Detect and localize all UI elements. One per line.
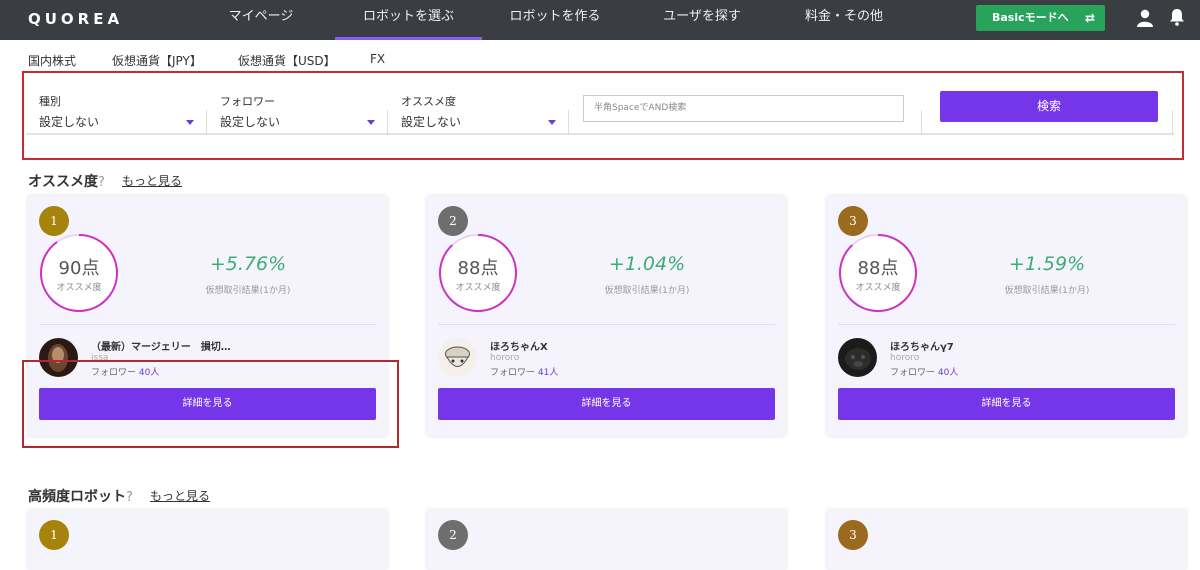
return-percent: +5.76% — [209, 253, 287, 275]
avatar[interactable] — [838, 338, 877, 377]
nav-item-mypage[interactable]: マイページ — [212, 0, 310, 40]
help-icon[interactable]: ? — [98, 175, 105, 190]
subtab-domestic-stocks[interactable]: 国内株式 — [28, 52, 76, 69]
divider — [838, 324, 1175, 325]
robot-name[interactable]: （最新）マージェリー 損切… — [91, 338, 231, 353]
robot-card: 3 88点 オススメ度 +1.59% 仮想取引結果(1か月) ほろちゃんγ7 h… — [827, 196, 1186, 436]
more-link-high-frequency[interactable]: もっと見る — [150, 487, 210, 504]
nav-item-find-users[interactable]: ユーザを探す — [650, 0, 754, 40]
bell-icon[interactable] — [1169, 8, 1185, 26]
top-nav: QUOREA マイページ ロボットを選ぶ ロボットを作る ユーザを探す 料金・そ… — [0, 0, 1200, 40]
user-icon[interactable] — [1136, 9, 1154, 27]
return-label: 仮想取引結果(1か月) — [604, 286, 690, 296]
robot-card: 2 88点 オススメ度 +1.04% 仮想取引結果(1か月) ほろちゃんX ho… — [427, 196, 786, 436]
section-title-text: 高頻度ロボット — [28, 489, 126, 505]
divider — [438, 324, 775, 325]
score-label: オススメ度 — [855, 283, 901, 293]
score-label: オススメ度 — [455, 283, 501, 293]
follower-number: 40人 — [937, 368, 959, 378]
robot-name[interactable]: ほろちゃんX — [490, 338, 548, 353]
highlight-frame — [22, 71, 1184, 160]
score-value: 90点 — [58, 258, 100, 279]
rank-badge: 1 — [39, 206, 69, 236]
robot-name[interactable]: ほろちゃんγ7 — [890, 338, 954, 353]
help-icon[interactable]: ? — [126, 490, 133, 505]
subtab-crypto-jpy[interactable]: 仮想通貨【JPY】 — [112, 52, 202, 69]
subtab-crypto-usd[interactable]: 仮想通貨【USD】 — [238, 52, 336, 69]
section-title-text: オススメ度 — [28, 174, 98, 190]
rank-badge: 2 — [438, 206, 468, 236]
view-details-button[interactable]: 詳細を見る — [838, 388, 1175, 420]
nav-item-choose-robot[interactable]: ロボットを選ぶ — [335, 0, 482, 40]
score-value: 88点 — [857, 258, 899, 279]
return-label: 仮想取引結果(1か月) — [1004, 286, 1090, 296]
robot-username[interactable]: hororo — [890, 353, 919, 363]
return-percent: +1.04% — [608, 253, 686, 275]
rank-badge: 3 — [838, 206, 868, 236]
robot-username[interactable]: hororo — [490, 353, 519, 363]
follower-number: 41人 — [537, 368, 559, 378]
swap-icon: ⇄ — [1084, 11, 1095, 25]
return-percent: +1.59% — [1008, 253, 1086, 275]
view-details-button[interactable]: 詳細を見る — [438, 388, 775, 420]
highlight-frame — [22, 360, 399, 448]
robot-card: 3 — [827, 510, 1186, 570]
follower-count: フォロワー 40人 — [890, 365, 958, 378]
rank-badge: 3 — [838, 520, 868, 550]
nav-item-make-robot[interactable]: ロボットを作る — [500, 0, 610, 40]
follower-count: フォロワー 41人 — [490, 365, 558, 378]
robot-card: 2 — [427, 510, 786, 570]
app-logo[interactable]: QUOREA — [28, 10, 123, 28]
section-title-high-frequency: 高頻度ロボット? — [28, 486, 133, 506]
follower-label: フォロワー — [890, 368, 936, 378]
section-title-recommended: オススメ度? — [28, 171, 105, 191]
divider — [39, 324, 376, 325]
return-label: 仮想取引結果(1か月) — [205, 286, 291, 296]
rank-badge: 2 — [438, 520, 468, 550]
score-value: 88点 — [457, 258, 499, 279]
rank-badge: 1 — [39, 520, 69, 550]
nav-item-pricing-other[interactable]: 料金・その他 — [790, 0, 898, 40]
basic-mode-label: Basicモードへ — [992, 11, 1069, 24]
more-link-recommended[interactable]: もっと見る — [122, 172, 182, 189]
avatar[interactable] — [438, 338, 477, 377]
score-label: オススメ度 — [56, 283, 102, 293]
subtab-fx[interactable]: FX — [370, 52, 385, 66]
basic-mode-button[interactable]: Basicモードへ ⇄ — [976, 5, 1105, 31]
robot-card: 1 — [28, 510, 387, 570]
follower-label: フォロワー — [490, 368, 536, 378]
